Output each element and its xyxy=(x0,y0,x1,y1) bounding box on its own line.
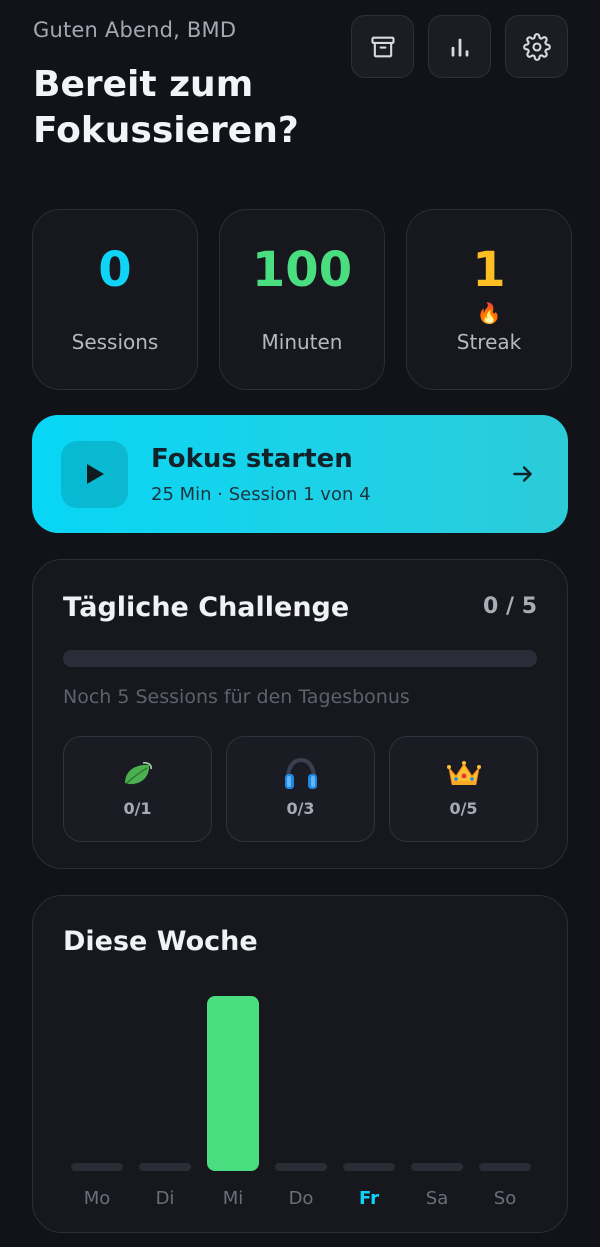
focus-title: Fokus starten xyxy=(151,443,353,474)
header-actions xyxy=(351,15,568,78)
start-focus-button[interactable]: Fokus starten 25 Min · Session 1 von 4 xyxy=(32,415,568,533)
challenge-hint: Noch 5 Sessions für den Tagesbonus xyxy=(63,686,410,708)
weekly-bar-chart: Mo Di Mi Do Fr Sa So xyxy=(71,996,531,1209)
streak-label: Streak xyxy=(456,330,522,354)
bar-sa xyxy=(411,1163,463,1171)
leaf-icon xyxy=(121,757,155,791)
bar-do xyxy=(275,1163,327,1171)
challenge-tile-crown: 0/5 xyxy=(389,736,538,842)
bar-mi xyxy=(207,996,259,1171)
stats-icon xyxy=(451,38,468,57)
streak-value: 1 xyxy=(472,242,506,298)
day-label-so: So xyxy=(494,1188,516,1209)
play-icon xyxy=(61,440,128,508)
stat-streak: 1 🔥 Streak xyxy=(406,209,572,390)
focus-subtitle: 25 Min · Session 1 von 4 xyxy=(151,483,371,505)
challenge-tile-headphones: 0/3 xyxy=(226,736,375,842)
bar-so xyxy=(479,1163,531,1171)
challenge-tile-leaf: 0/1 xyxy=(63,736,212,842)
bar-fr xyxy=(343,1163,395,1171)
gear-icon xyxy=(522,32,551,61)
stats-row: 0 Sessions 100 Minuten 1 🔥 Streak xyxy=(32,209,572,390)
crown-icon xyxy=(446,757,482,791)
day-label-fr: Fr xyxy=(359,1188,379,1209)
crown-value: 0/5 xyxy=(449,799,478,818)
challenge-tiles: 0/1 0/3 0/5 xyxy=(63,736,538,842)
daily-challenge-card: Tägliche Challenge 0 / 5 Noch 5 Sessions… xyxy=(32,559,568,869)
day-label-di: Di xyxy=(156,1188,175,1209)
minutes-value: 100 xyxy=(251,242,353,298)
weekly-chart-card: Diese Woche Mo Di Mi Do Fr Sa So xyxy=(32,895,568,1233)
sessions-label: Sessions xyxy=(71,330,159,354)
stat-minutes: 100 Minuten xyxy=(219,209,385,390)
bar-di xyxy=(139,1163,191,1171)
settings-button[interactable] xyxy=(505,15,568,78)
headphones-icon xyxy=(283,757,319,791)
day-label-do: Do xyxy=(289,1188,314,1209)
day-label-sa: Sa xyxy=(426,1188,448,1209)
minutes-label: Minuten xyxy=(261,330,343,354)
archive-icon xyxy=(370,36,395,57)
stats-button[interactable] xyxy=(428,15,491,78)
day-label-mo: Mo xyxy=(84,1188,111,1209)
focus-text: Fokus starten 25 Min · Session 1 von 4 xyxy=(151,444,510,505)
challenge-title: Tägliche Challenge xyxy=(63,592,350,623)
page-title: Bereit zum Fokussieren? xyxy=(33,64,299,151)
stat-sessions: 0 Sessions xyxy=(32,209,198,390)
fire-icon: 🔥 xyxy=(476,301,502,325)
arrow-right-icon xyxy=(510,461,536,487)
leaf-value: 0/1 xyxy=(123,799,152,818)
archive-button[interactable] xyxy=(351,15,414,78)
bar-mo xyxy=(71,1163,123,1171)
sessions-value: 0 xyxy=(98,242,132,298)
challenge-progress-bar xyxy=(63,650,537,667)
headphones-value: 0/3 xyxy=(286,799,315,818)
day-label-mi: Mi xyxy=(223,1188,244,1209)
challenge-count: 0 / 5 xyxy=(483,594,537,619)
